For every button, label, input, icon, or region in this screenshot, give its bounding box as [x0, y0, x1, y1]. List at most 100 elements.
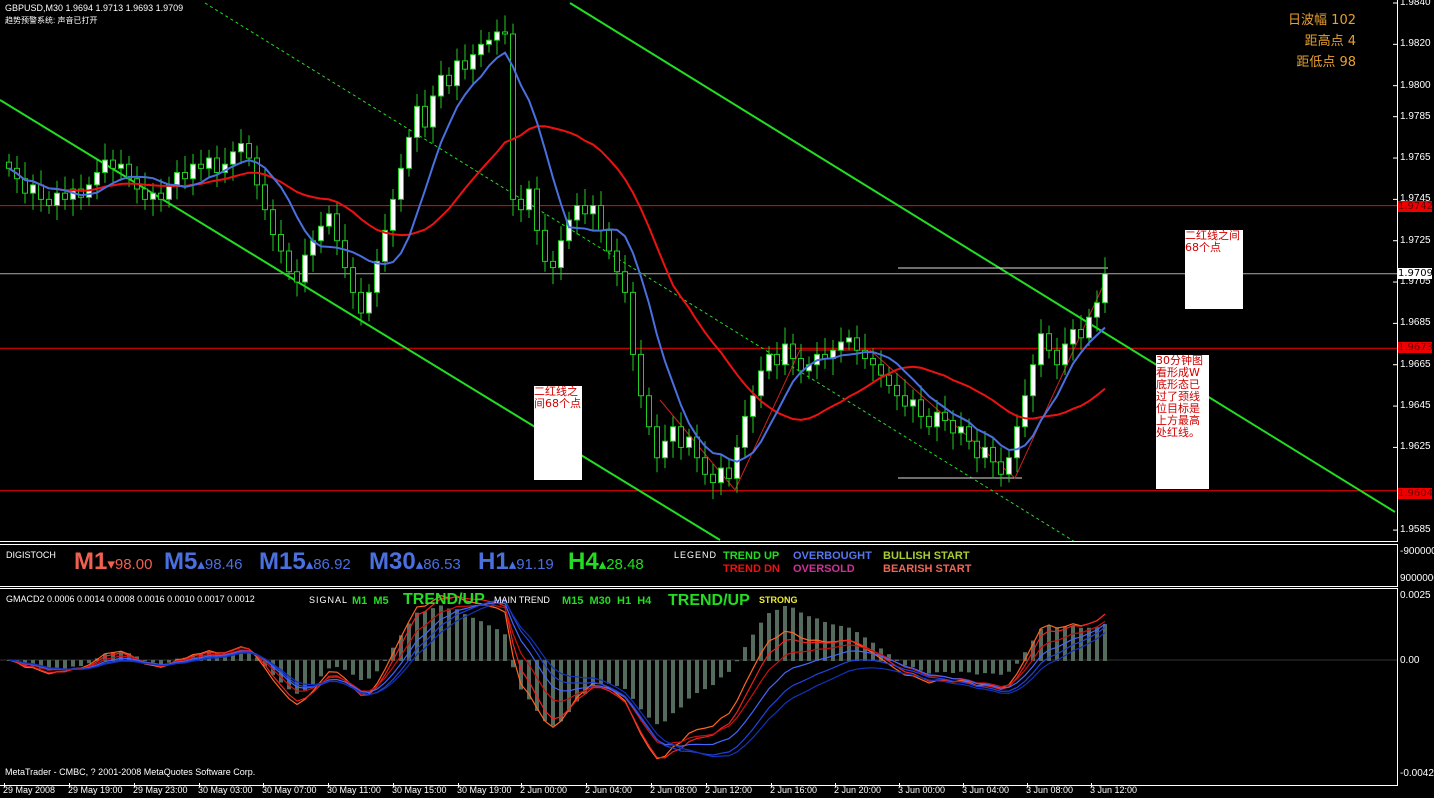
candle-body [950, 420, 956, 434]
macd-histogram-bar [727, 660, 731, 672]
candle-body [646, 395, 652, 428]
time-axis-label: 2 Jun 08:00 [650, 785, 698, 795]
arrow-icon: ▴ [197, 556, 205, 573]
candle-body [486, 39, 492, 45]
candle-body [150, 192, 156, 200]
macd-histogram-bar [999, 660, 1003, 675]
candle-body [902, 395, 908, 407]
candle-body [510, 33, 516, 200]
candle-body [46, 198, 52, 207]
candle-body [54, 192, 60, 207]
time-tick [199, 783, 200, 787]
time-axis-label: 2 Jun 12:00 [705, 785, 753, 795]
time-tick [328, 783, 329, 787]
macd-histogram-bar [743, 647, 747, 661]
candle-body [390, 198, 396, 231]
digistoch-item: M30▴86.53 [369, 548, 461, 576]
macd-histogram-bar [735, 660, 739, 662]
candle-body [478, 43, 484, 56]
candle-body [270, 209, 276, 236]
candle-body [326, 213, 332, 227]
candle-body [1046, 333, 1052, 351]
macd-histogram-bar [151, 660, 155, 663]
candle-body [382, 229, 388, 262]
macd-scale-top: 0.0025 [1400, 590, 1431, 601]
macd-line [8, 599, 1106, 756]
candle-body [366, 291, 372, 314]
macd-histogram-bar [607, 660, 611, 684]
main-trend-label: MAIN TREND [494, 595, 550, 605]
macd-histogram-bar [551, 660, 555, 726]
legend-bullish-start: BULLISH START [883, 550, 970, 562]
price-scale-label: 1.9800 [1400, 79, 1431, 91]
arrow-icon: ▾ [107, 556, 115, 573]
time-tick [1091, 783, 1092, 787]
candle-body [246, 143, 252, 159]
time-tick [521, 783, 522, 787]
candle-body [582, 205, 588, 215]
macd-histogram-bar [567, 660, 571, 713]
candle-body [30, 184, 36, 194]
macd-histogram-bar [359, 660, 363, 681]
macd-histogram-bar [695, 660, 699, 694]
note-right-bottom: 30分钟图看形成W底形态已过了颈线位目标是上方最高处红线。 [1156, 355, 1209, 489]
candle-body [726, 467, 732, 479]
candle-body [1094, 302, 1100, 318]
channel-line-middle [204, 2, 1075, 541]
candle-body [526, 188, 532, 211]
candle-body [494, 31, 500, 41]
candle-body [1014, 426, 1020, 459]
stoch-value: 28.48 [606, 556, 644, 573]
info-box: 日波幅 102 距高点 4 距低点 98 [1288, 10, 1356, 73]
stoch-value: 98.46 [204, 556, 243, 573]
macd-histogram-bar [975, 660, 979, 675]
macd-histogram-bar [303, 660, 307, 691]
symbol-line: GBPUSD,M30 1.9694 1.9713 1.9693 1.9709 [5, 3, 184, 13]
candle-body [846, 337, 852, 343]
trend-strength: STRONG [759, 595, 798, 605]
macd-histogram-bar [751, 634, 755, 661]
candle-body [1038, 333, 1044, 366]
candle-body [966, 426, 972, 442]
macd-histogram-bar [615, 660, 619, 686]
macd-histogram-bar [383, 659, 387, 661]
price-scale-label: 1.9645 [1400, 400, 1431, 412]
candle-body [854, 337, 860, 351]
macd-histogram-bar [63, 660, 67, 669]
legend-oversold: OVERSOLD [793, 563, 855, 575]
legend-trend-dn: TREND DN [723, 563, 780, 575]
copyright: MetaTrader - CMBC, ? 2001-2008 MetaQuote… [5, 767, 256, 777]
candle-body [286, 250, 292, 273]
candle-body [542, 229, 548, 262]
candle-body [414, 105, 420, 138]
time-tick [263, 783, 264, 787]
price-scale-label: 1.9765 [1400, 152, 1431, 164]
legend-bearish-start: BEARISH START [883, 563, 972, 575]
macd-histogram-bar [967, 660, 971, 673]
macd-chart[interactable] [0, 589, 1397, 785]
signal-label: SIGNAL [309, 595, 349, 605]
candle-body [518, 198, 524, 211]
timeframe-label: M1 [74, 548, 108, 575]
time-tick [899, 783, 900, 787]
macd-histogram-bar [943, 660, 947, 673]
digistoch-item: M1▾98.00 [74, 548, 152, 576]
signal-trend: TREND/UP [403, 591, 485, 608]
time-tick [651, 783, 652, 787]
macd-histogram-bar [703, 660, 707, 690]
time-tick [963, 783, 964, 787]
time-tick [835, 783, 836, 787]
time-tick [69, 783, 70, 787]
macd-histogram-bar [535, 660, 539, 711]
candle-body [558, 240, 564, 269]
macd-histogram-bar [471, 617, 475, 661]
macd-histogram-bar [455, 609, 459, 661]
candle-body [1006, 457, 1012, 475]
candle-body [982, 446, 988, 459]
price-tag-current: 1.9709 [1398, 268, 1433, 279]
candle-body [758, 370, 764, 397]
timeframe-label: H4 [568, 548, 599, 575]
candle-body [1078, 329, 1084, 339]
candle-body [1062, 343, 1068, 366]
candle-body [334, 213, 340, 242]
